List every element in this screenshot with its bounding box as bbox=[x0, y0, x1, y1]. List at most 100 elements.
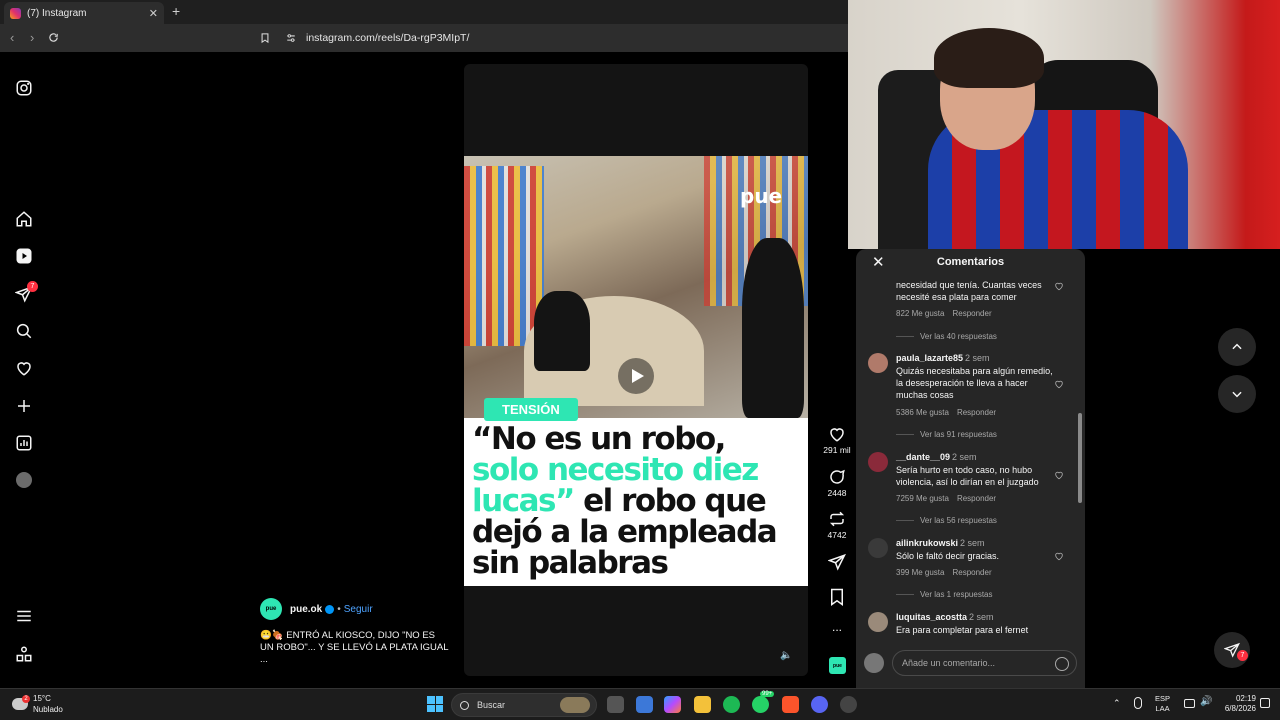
comment-like-icon[interactable] bbox=[1054, 281, 1064, 291]
tray-overflow-icon[interactable]: ⌃ bbox=[1113, 698, 1121, 709]
instagram-logo-icon[interactable] bbox=[14, 78, 34, 98]
comment-input[interactable] bbox=[892, 650, 1077, 676]
spotify-icon[interactable] bbox=[723, 696, 740, 713]
volume-icon[interactable]: 🔊 bbox=[1200, 696, 1212, 707]
reel-headline: “No es un robo, solo necesito diez lucas… bbox=[472, 421, 778, 581]
new-tab-button[interactable]: + bbox=[172, 3, 180, 19]
bookmark-icon[interactable] bbox=[260, 32, 270, 44]
messages-icon[interactable]: 7 bbox=[14, 281, 38, 304]
play-button[interactable] bbox=[618, 358, 654, 394]
comment-meta: 5386 Me gusta Responder bbox=[896, 408, 1004, 417]
home-icon[interactable] bbox=[14, 209, 34, 229]
mute-icon[interactable]: 🔈 bbox=[780, 650, 792, 661]
chevron-up-icon bbox=[1232, 343, 1242, 350]
comment-likes[interactable]: 5386 Me gusta bbox=[896, 408, 949, 417]
forward-icon[interactable]: › bbox=[30, 30, 34, 45]
tab-close-icon[interactable]: ✕ bbox=[149, 7, 158, 20]
language-indicator[interactable]: ESP LAA bbox=[1155, 694, 1170, 714]
messages-fab-badge: 7 bbox=[1237, 650, 1248, 661]
commenter-username[interactable]: paula_lazarte85 bbox=[896, 353, 963, 363]
commenter-username[interactable]: __dante__09 bbox=[896, 452, 950, 462]
comment-likes[interactable]: 822 Me gusta bbox=[896, 309, 944, 318]
comment-like-icon[interactable] bbox=[1054, 551, 1064, 561]
heart-notifications-icon[interactable] bbox=[14, 358, 34, 378]
commenter-avatar[interactable] bbox=[868, 353, 888, 373]
like-button[interactable]: 291 mil bbox=[820, 425, 854, 455]
more-options-button[interactable]: ... bbox=[820, 620, 854, 634]
comment-button[interactable]: 2448 bbox=[820, 468, 854, 498]
view-replies-button[interactable]: Ver las 40 respuestas bbox=[896, 332, 997, 341]
emoji-icon[interactable] bbox=[1055, 657, 1069, 671]
create-plus-icon[interactable] bbox=[14, 396, 34, 416]
reel-player[interactable]: pue TENSIÓN “No es un robo, solo necesit… bbox=[464, 64, 808, 676]
search-icon[interactable] bbox=[14, 321, 34, 341]
notification-center-icon[interactable] bbox=[1260, 698, 1270, 708]
reply-button[interactable]: Responder bbox=[957, 494, 996, 503]
author-username[interactable]: pue.ok bbox=[290, 604, 322, 615]
task-view-icon[interactable] bbox=[607, 696, 624, 713]
previous-reel-button[interactable] bbox=[1218, 328, 1256, 366]
comment-likes[interactable]: 399 Me gusta bbox=[896, 568, 944, 577]
network-icon[interactable] bbox=[1184, 699, 1195, 708]
tab-title: (7) Instagram bbox=[27, 7, 87, 19]
url-text[interactable]: instagram.com/reels/Da-rgP3MIpT/ bbox=[306, 32, 469, 44]
author-avatar[interactable]: pue bbox=[260, 598, 282, 620]
brave-browser-icon[interactable] bbox=[782, 696, 799, 713]
repost-button[interactable]: 4742 bbox=[820, 510, 854, 540]
discord-icon[interactable] bbox=[811, 696, 828, 713]
repost-icon bbox=[829, 511, 845, 527]
weather-widget[interactable]: 2 15°C Nublado bbox=[12, 693, 63, 715]
comments-scrollbar-thumb[interactable] bbox=[1078, 413, 1082, 503]
comment-like-icon[interactable] bbox=[1054, 470, 1064, 480]
meta-apps-icon[interactable] bbox=[14, 644, 34, 664]
windows-start-icon[interactable] bbox=[427, 696, 443, 712]
app-icon[interactable] bbox=[636, 696, 653, 713]
comment-like-icon[interactable] bbox=[1054, 379, 1064, 389]
reel-caption[interactable]: 😬🍖 ENTRÓ AL KIOSCO, DIJO "NO ES UN ROBO"… bbox=[260, 630, 450, 666]
my-avatar bbox=[864, 653, 884, 673]
file-explorer-icon[interactable] bbox=[694, 696, 711, 713]
comment-meta: 7259 Me gusta Responder bbox=[896, 494, 1004, 503]
taskbar-search[interactable]: Buscar bbox=[451, 693, 597, 717]
comment-count: 2448 bbox=[827, 488, 847, 498]
system-clock[interactable]: 02:19 6/8/2026 bbox=[1220, 694, 1256, 714]
comments-title: Comentarios bbox=[936, 256, 1005, 268]
messages-fab[interactable]: 7 bbox=[1214, 632, 1250, 668]
reply-button[interactable]: Responder bbox=[952, 309, 991, 318]
browser-tab[interactable]: (7) Instagram ✕ bbox=[4, 2, 164, 24]
bookmark-icon bbox=[831, 588, 843, 606]
share-icon bbox=[828, 553, 846, 571]
commenter-avatar[interactable] bbox=[868, 452, 888, 472]
comment-icon bbox=[830, 469, 845, 484]
save-button[interactable] bbox=[820, 588, 854, 608]
commenter-username[interactable]: luquitas_acostta bbox=[896, 612, 967, 622]
reels-icon[interactable] bbox=[14, 246, 34, 266]
reply-button[interactable]: Responder bbox=[957, 408, 996, 417]
profile-avatar[interactable] bbox=[14, 470, 34, 490]
copilot-icon[interactable] bbox=[664, 696, 681, 713]
next-reel-button[interactable] bbox=[1218, 375, 1256, 413]
reply-button[interactable]: Responder bbox=[952, 568, 991, 577]
video-frame[interactable]: pue bbox=[464, 156, 808, 418]
instagram-favicon-icon bbox=[10, 7, 21, 19]
commenter-username[interactable]: ailinkrukowski bbox=[896, 538, 958, 548]
more-menu-icon[interactable] bbox=[14, 606, 34, 626]
back-icon[interactable]: ‹ bbox=[10, 30, 14, 45]
view-replies-button[interactable]: Ver las 91 respuestas bbox=[896, 430, 997, 439]
commenter-avatar[interactable] bbox=[868, 538, 888, 558]
app-icon[interactable] bbox=[840, 696, 857, 713]
view-replies-button[interactable]: Ver las 56 respuestas bbox=[896, 516, 997, 525]
heart-icon bbox=[830, 428, 844, 442]
view-replies-button[interactable]: Ver las 1 respuestas bbox=[896, 590, 992, 599]
comment-likes[interactable]: 7259 Me gusta bbox=[896, 494, 949, 503]
follow-button[interactable]: Seguir bbox=[344, 604, 373, 615]
share-button[interactable] bbox=[820, 553, 854, 573]
microphone-icon[interactable] bbox=[1134, 697, 1142, 709]
site-settings-icon[interactable] bbox=[286, 33, 296, 43]
like-count: 291 mil bbox=[823, 445, 851, 455]
audio-avatar[interactable]: pue bbox=[829, 657, 846, 674]
dashboard-icon[interactable] bbox=[14, 433, 34, 453]
reload-icon[interactable] bbox=[48, 32, 59, 43]
commenter-avatar[interactable] bbox=[868, 612, 888, 632]
whatsapp-icon[interactable]: 99+ bbox=[752, 691, 775, 713]
